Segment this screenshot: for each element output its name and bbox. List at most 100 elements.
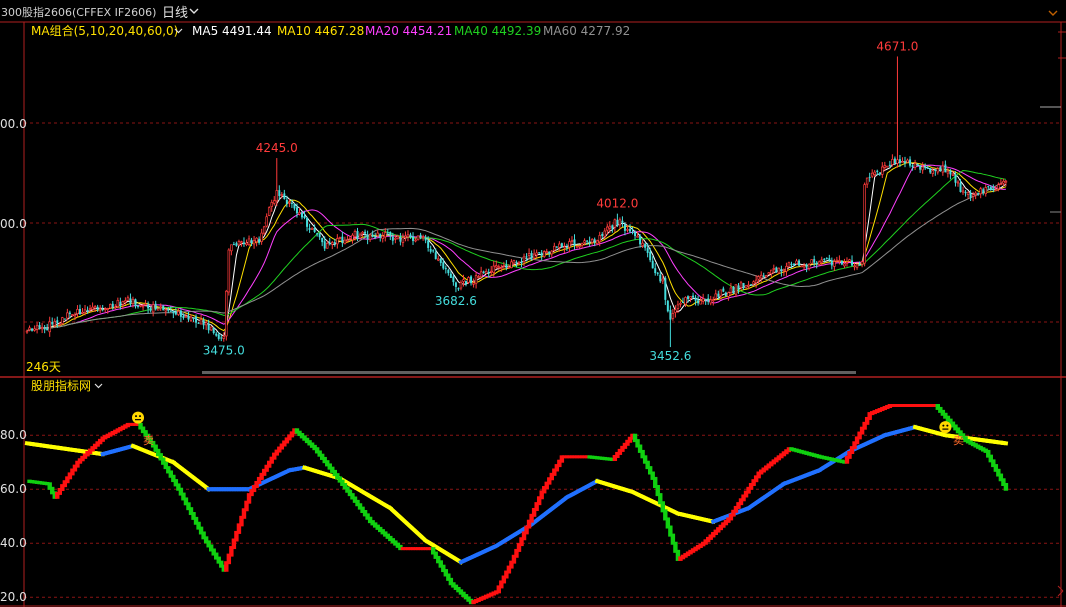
candle-body	[697, 300, 700, 304]
candle-body	[416, 235, 420, 241]
candle-body	[987, 186, 990, 188]
candle	[560, 242, 563, 248]
candle-body	[204, 322, 208, 326]
candle-body	[863, 184, 866, 264]
candle-body	[86, 310, 89, 312]
candle-body	[964, 191, 967, 194]
candle-body	[631, 232, 634, 234]
candle-body	[505, 264, 508, 268]
candle-body	[989, 187, 992, 190]
price-extreme-label: 4012.0	[596, 197, 638, 211]
candle-body	[729, 287, 733, 293]
fast-line-step	[1003, 482, 1009, 491]
candle-body	[439, 258, 442, 263]
candle-body	[121, 301, 125, 305]
candle-body	[301, 212, 304, 218]
candle-body	[929, 168, 932, 173]
candle-body	[156, 308, 160, 311]
candle-body	[412, 236, 415, 241]
candle-body	[429, 248, 432, 252]
candle-body	[225, 290, 228, 337]
candle-body	[28, 327, 31, 331]
candle-body	[401, 237, 405, 243]
candle-body	[636, 235, 639, 238]
candle-body	[634, 231, 637, 237]
candle-body	[477, 276, 480, 278]
candle-body	[939, 167, 942, 172]
candle-body	[434, 252, 437, 260]
candle-body	[310, 227, 314, 230]
candle-body	[739, 282, 743, 289]
candle-body	[780, 269, 783, 272]
candle-body	[195, 316, 198, 323]
candle-body	[71, 314, 74, 316]
candle-body	[164, 309, 168, 312]
candle	[666, 299, 669, 313]
candle-body	[459, 281, 463, 289]
candle-body	[479, 271, 483, 278]
candle-body	[442, 262, 445, 269]
contract-title[interactable]: 300股指2606(CFFEX IF2606)	[1, 5, 156, 19]
candle-body	[295, 207, 298, 214]
candle-body	[719, 289, 723, 297]
candle-body	[898, 159, 901, 163]
candle-body	[343, 239, 347, 245]
candle-body	[449, 273, 452, 278]
candle-body	[298, 212, 301, 215]
candle-body	[666, 300, 669, 312]
candle-body	[684, 297, 687, 305]
candle-body	[421, 236, 425, 239]
candle-body	[944, 164, 947, 173]
candle-body	[202, 320, 205, 326]
candle-body	[465, 281, 468, 284]
candle-body	[525, 256, 528, 258]
candle-body	[830, 260, 833, 266]
candle-body	[588, 241, 591, 243]
candle-body	[81, 311, 84, 314]
candle-body	[25, 330, 29, 333]
candle-body	[825, 258, 828, 260]
candle	[267, 206, 271, 217]
candle-body	[820, 259, 823, 263]
candle-body	[707, 298, 710, 302]
candle-body	[984, 187, 987, 194]
horizontal-scrollbar[interactable]	[202, 371, 856, 374]
ma-group-label[interactable]: MA组合(5,10,20,40,60,0)	[31, 23, 178, 38]
candle-body	[838, 260, 841, 262]
candle-body	[858, 264, 861, 266]
candle-body	[141, 305, 145, 308]
candle-body	[91, 306, 94, 310]
candle	[767, 272, 771, 275]
ma-legend-item: MA20 4454.21	[365, 24, 452, 38]
candle-body	[535, 252, 538, 256]
candle-body	[247, 238, 251, 245]
candle-body	[704, 298, 707, 300]
candle-body	[40, 326, 44, 330]
candle-body	[868, 176, 871, 178]
candle-body	[495, 265, 498, 268]
candle-body	[891, 159, 894, 165]
candle-body	[470, 276, 473, 284]
candle-body	[78, 308, 81, 315]
candle-body	[608, 225, 612, 229]
candle	[744, 285, 748, 289]
candle-body	[692, 295, 695, 298]
candle-body	[941, 165, 945, 173]
candle-body	[545, 251, 548, 254]
candle-body	[924, 167, 927, 169]
candle-body	[462, 279, 465, 282]
candle-body	[137, 305, 140, 307]
candle-body	[240, 241, 243, 244]
candle-body	[316, 233, 319, 235]
candle-body	[399, 237, 402, 242]
candle-body	[865, 177, 869, 185]
candle-body	[51, 321, 54, 325]
candle-body	[734, 284, 738, 295]
candle-body	[502, 265, 506, 267]
indicator-title[interactable]: 股朋指标网	[31, 378, 91, 393]
period-selector[interactable]: 日线	[162, 6, 188, 21]
candle-body	[278, 190, 281, 197]
candle-body	[977, 193, 980, 195]
candle-body	[954, 174, 957, 183]
candle	[109, 303, 112, 309]
